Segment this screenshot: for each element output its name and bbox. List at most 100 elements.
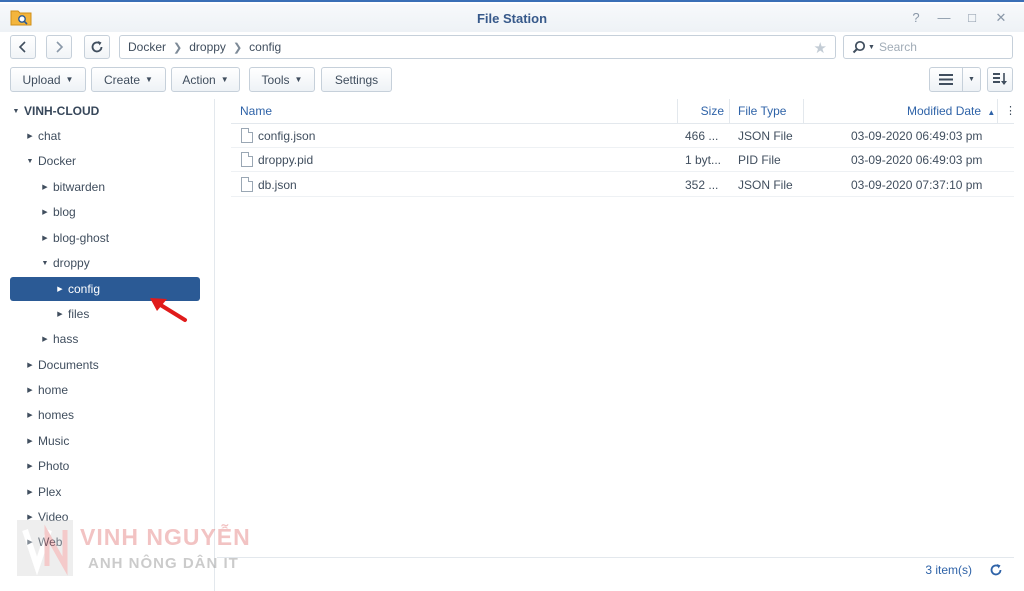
watermark-subtitle: ANH NÔNG DÂN IT <box>88 555 239 572</box>
star-icon[interactable]: ★ <box>814 39 827 57</box>
caret-down-icon: ▼ <box>968 76 975 83</box>
table-row[interactable]: db.json 352 ... JSON File 03-09-2020 07:… <box>231 173 1014 197</box>
view-mode-button[interactable] <box>929 67 963 92</box>
collapsed-arrow-icon[interactable]: ▶ <box>54 285 66 293</box>
minimize-icon[interactable]: — <box>936 10 952 26</box>
column-divider[interactable] <box>997 99 998 124</box>
column-header-file-type[interactable]: File Type <box>738 99 786 124</box>
refresh-button[interactable] <box>84 35 110 59</box>
tree-item-label: blog-ghost <box>53 231 110 245</box>
create-button[interactable]: Create ▼ <box>91 67 166 92</box>
expanded-arrow-icon[interactable]: ▼ <box>10 108 22 115</box>
column-divider[interactable] <box>729 99 730 124</box>
collapsed-arrow-icon[interactable]: ▶ <box>39 335 51 343</box>
caret-down-icon: ▼ <box>145 75 153 84</box>
column-divider[interactable] <box>803 99 804 124</box>
upload-label: Upload <box>22 72 61 87</box>
collapsed-arrow-icon[interactable]: ▶ <box>24 488 36 496</box>
help-icon[interactable]: ? <box>908 10 924 26</box>
file-icon <box>241 177 253 192</box>
tree-item-label: Music <box>38 434 70 448</box>
tools-button[interactable]: Tools ▼ <box>249 67 315 92</box>
search-input[interactable]: ▼ Search <box>843 35 1013 59</box>
tree-item-home[interactable]: ▶ home <box>10 378 200 402</box>
tree-item-docker[interactable]: ▼ Docker <box>10 149 200 173</box>
item-count: 3 item(s) <box>925 563 972 577</box>
tree-item-music[interactable]: ▶ Music <box>10 429 200 453</box>
modified-date-label: Modified Date <box>907 104 982 118</box>
maximize-icon[interactable]: □ <box>964 10 980 26</box>
collapsed-arrow-icon[interactable]: ▶ <box>54 310 66 318</box>
settings-button[interactable]: Settings <box>321 67 392 92</box>
caret-down-icon: ▼ <box>220 75 229 84</box>
back-button[interactable] <box>10 35 36 59</box>
collapsed-arrow-icon[interactable]: ▶ <box>24 361 36 369</box>
action-button[interactable]: Action ▼ <box>171 67 240 92</box>
tree-item-documents[interactable]: ▶ Documents <box>10 353 200 377</box>
breadcrumb-docker[interactable]: Docker <box>128 40 166 54</box>
collapsed-arrow-icon[interactable]: ▶ <box>24 462 36 470</box>
view-mode-dropdown[interactable]: ▼ <box>962 67 981 92</box>
tree-item-label: Plex <box>38 485 62 499</box>
file-modified-date: 03-09-2020 06:49:03 pm <box>851 153 983 167</box>
collapsed-arrow-icon[interactable]: ▶ <box>24 411 36 419</box>
file-name: config.json <box>258 129 316 143</box>
file-icon <box>241 128 253 143</box>
column-header-size[interactable]: Size <box>677 99 724 124</box>
tools-label: Tools <box>261 72 290 87</box>
column-header-modified-date[interactable]: Modified Date ▲ <box>907 99 995 124</box>
tree-item-bitwarden[interactable]: ▶ bitwarden <box>10 175 200 199</box>
caret-down-icon: ▼ <box>294 75 303 84</box>
breadcrumb-droppy[interactable]: droppy <box>189 40 226 54</box>
search-icon <box>852 40 866 54</box>
file-type: JSON File <box>738 129 793 143</box>
column-options-icon[interactable]: ⋮ <box>1005 99 1016 124</box>
file-modified-date: 03-09-2020 07:37:10 pm <box>851 178 983 192</box>
search-dropdown-icon[interactable]: ▼ <box>868 44 875 51</box>
close-icon[interactable]: ✕ <box>993 10 1009 26</box>
collapsed-arrow-icon[interactable]: ▶ <box>24 132 36 140</box>
status-bar: 3 item(s) <box>217 557 1014 581</box>
breadcrumb-separator-icon: ❯ <box>232 41 243 54</box>
upload-button[interactable]: Upload ▼ <box>10 67 86 92</box>
tree-item-chat[interactable]: ▶ chat <box>10 124 200 148</box>
file-name: droppy.pid <box>258 153 314 167</box>
tree-item-homes[interactable]: ▶ homes <box>10 403 200 427</box>
tree-root-vinh-cloud[interactable]: ▼ VINH-CLOUD <box>10 99 200 123</box>
collapsed-arrow-icon[interactable]: ▶ <box>24 386 36 394</box>
column-header-name[interactable]: Name <box>240 99 272 124</box>
path-bar[interactable]: Docker ❯ droppy ❯ config ★ <box>119 35 836 59</box>
create-label: Create <box>104 72 141 87</box>
tree-item-blog-ghost[interactable]: ▶ blog-ghost <box>10 226 200 250</box>
tree-item-blog[interactable]: ▶ blog <box>10 200 200 224</box>
expanded-arrow-icon[interactable]: ▼ <box>39 260 51 267</box>
tree-item-photo[interactable]: ▶ Photo <box>10 454 200 478</box>
tree-item-droppy[interactable]: ▼ droppy <box>10 251 200 275</box>
watermark-name: VINH NGUYỄN <box>80 524 251 550</box>
table-row[interactable]: config.json 466 ... JSON File 03-09-2020… <box>231 124 1014 148</box>
folder-tree: ▼ VINH-CLOUD ▶ chat ▼ Docker ▶ bitwarden ▶ bl… <box>0 99 215 591</box>
tree-item-hass[interactable]: ▶ hass <box>10 327 200 351</box>
breadcrumb-config[interactable]: config <box>249 40 281 54</box>
collapsed-arrow-icon[interactable]: ▶ <box>39 208 51 216</box>
list-view-icon <box>939 74 953 85</box>
sort-button[interactable] <box>987 67 1013 92</box>
table-row[interactable]: droppy.pid 1 byt... PID File 03-09-2020 … <box>231 148 1014 172</box>
file-icon <box>241 152 253 167</box>
tree-item-label: blog <box>53 205 76 219</box>
refresh-icon[interactable] <box>988 562 1004 578</box>
expanded-arrow-icon[interactable]: ▼ <box>24 158 36 165</box>
tree-item-label: files <box>68 307 90 321</box>
collapsed-arrow-icon[interactable]: ▶ <box>39 234 51 242</box>
tree-item-label: Documents <box>38 358 99 372</box>
file-type: JSON File <box>738 178 793 192</box>
chevron-left-icon <box>18 41 26 53</box>
search-placeholder: Search <box>878 40 917 54</box>
file-modified-date: 03-09-2020 06:49:03 pm <box>851 129 983 143</box>
collapsed-arrow-icon[interactable]: ▶ <box>39 183 51 191</box>
collapsed-arrow-icon[interactable]: ▶ <box>24 437 36 445</box>
settings-label: Settings <box>334 72 379 87</box>
forward-button[interactable] <box>46 35 72 59</box>
tree-item-plex[interactable]: ▶ Plex <box>10 480 200 504</box>
breadcrumb-separator-icon: ❯ <box>173 41 183 54</box>
